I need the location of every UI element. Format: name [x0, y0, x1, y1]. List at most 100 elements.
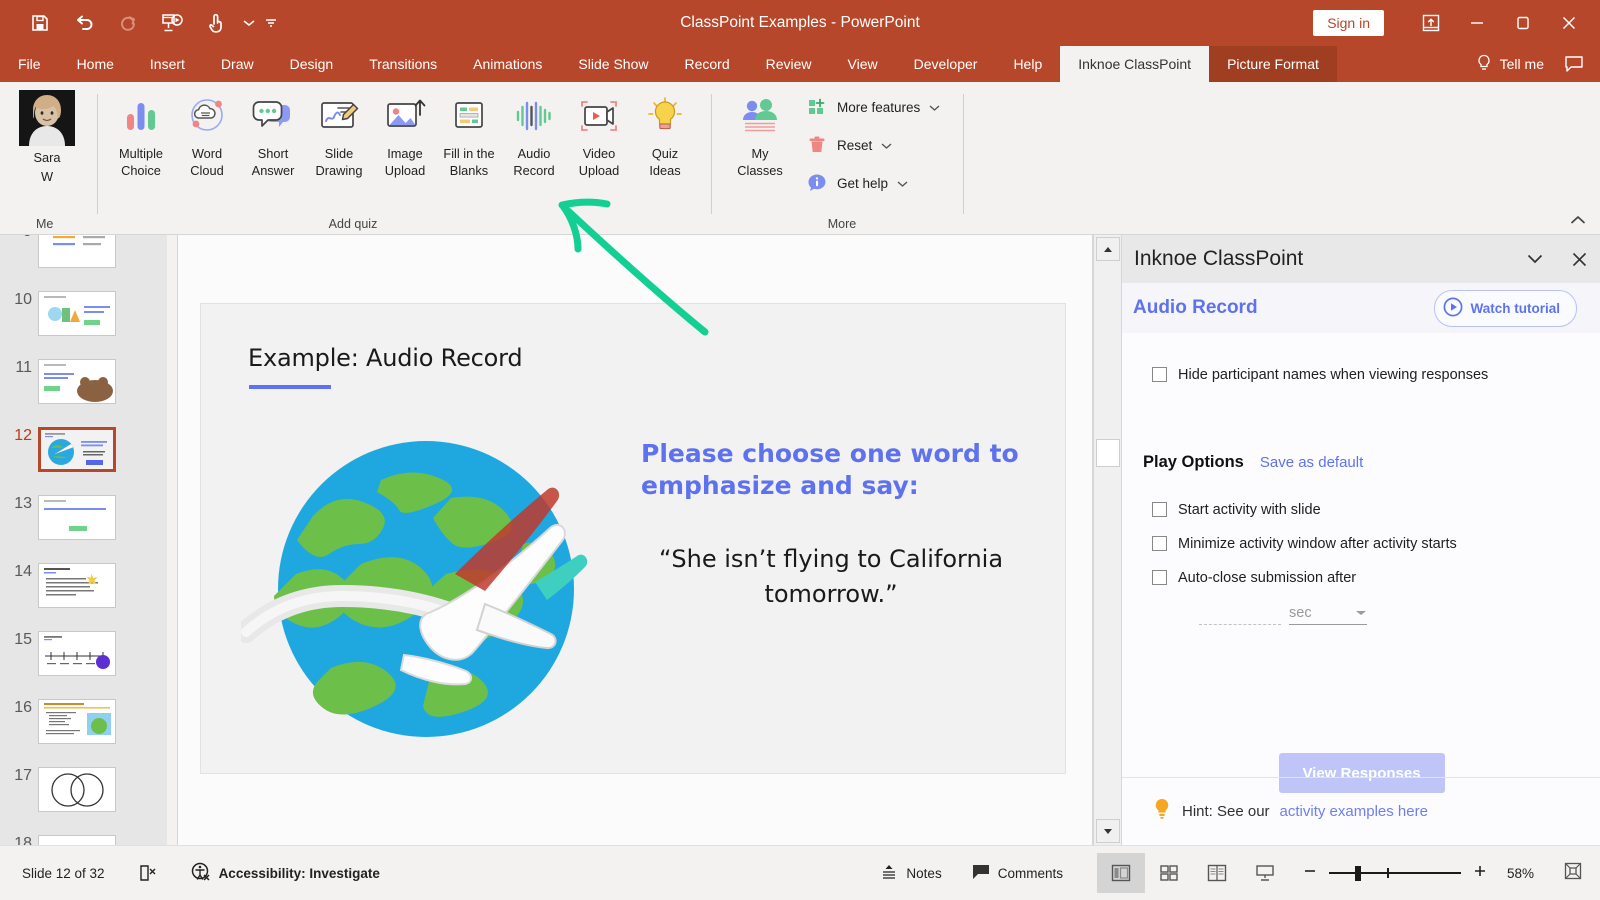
thumbnail-preview[interactable] — [38, 631, 116, 676]
thumbnail-item-15[interactable]: 15 — [0, 631, 167, 676]
audio-record-button[interactable]: Audio Record — [500, 88, 568, 178]
tab-slide-show[interactable]: Slide Show — [560, 46, 666, 82]
fit-to-window-icon[interactable] — [1564, 862, 1582, 885]
minimize-activity-window-row[interactable]: Minimize activity window after activity … — [1152, 534, 1457, 555]
restore-icon[interactable] — [1500, 0, 1546, 46]
save-icon[interactable] — [18, 4, 62, 42]
scroll-up-arrow-icon[interactable] — [1096, 237, 1120, 261]
thumbnail-preview[interactable] — [38, 563, 116, 608]
scroll-down-arrow-icon[interactable] — [1096, 819, 1120, 843]
thumbnail-item-18[interactable]: 18 — [0, 835, 167, 845]
tab-review[interactable]: Review — [748, 46, 830, 82]
tab-picture-format[interactable]: Picture Format — [1209, 46, 1337, 82]
zoom-slider[interactable] — [1328, 866, 1461, 881]
thumbnail-item-13[interactable]: 13 — [0, 495, 167, 540]
my-classes-button[interactable]: My Classes — [726, 88, 794, 178]
tab-file[interactable]: File — [0, 46, 59, 82]
more-features-button[interactable]: More features — [806, 96, 940, 118]
thumbnail-item-9[interactable]: 9 — [0, 235, 167, 268]
slide-surface[interactable]: Example: Audio Record Please choose one … — [200, 303, 1066, 774]
tab-insert[interactable]: Insert — [132, 46, 203, 82]
close-icon[interactable] — [1557, 235, 1600, 283]
watch-tutorial-button[interactable]: Watch tutorial — [1433, 289, 1577, 327]
chevron-down-icon[interactable] — [1513, 235, 1557, 283]
thumbnail-preview[interactable] — [38, 359, 116, 404]
thumbnail-item-11[interactable]: 11 — [0, 359, 167, 404]
slide-canvas[interactable]: Example: Audio Record Please choose one … — [178, 235, 1093, 900]
activity-examples-link[interactable]: activity examples here — [1280, 803, 1428, 820]
canvas-vertical-scrollbar[interactable] — [1093, 235, 1121, 845]
tell-me-box[interactable]: Tell me — [1462, 54, 1558, 75]
touch-mode-chevron-down-icon[interactable] — [238, 4, 260, 42]
scrollbar-thumb[interactable] — [1096, 439, 1120, 467]
thumbnail-item-17[interactable]: 17 — [0, 767, 167, 812]
slide-thumbnail-pane[interactable]: 9 10 11 12 13 — [0, 235, 167, 845]
customize-qat-icon[interactable] — [260, 4, 282, 42]
start-presentation-icon[interactable] — [150, 4, 194, 42]
tab-design[interactable]: Design — [272, 46, 352, 82]
sign-in-button[interactable]: Sign in — [1313, 10, 1384, 36]
short-answer-button[interactable]: Short Answer — [239, 88, 307, 178]
thumbnail-preview[interactable] — [38, 235, 116, 268]
me-account-button[interactable]: Sara W — [10, 90, 84, 184]
zoom-level-label[interactable]: 58% — [1507, 866, 1534, 881]
normal-view-icon[interactable] — [1096, 853, 1145, 893]
plus-icon[interactable] — [1473, 864, 1487, 883]
tab-developer[interactable]: Developer — [896, 46, 996, 82]
thumbnail-item-14[interactable]: 14 — [0, 563, 167, 608]
auto-close-submission-checkbox[interactable] — [1152, 570, 1167, 585]
reading-view-icon[interactable] — [1193, 853, 1241, 893]
accessibility-status[interactable]: Accessibility: Investigate — [191, 862, 380, 885]
hide-participant-names-checkbox-row[interactable]: Hide participant names when viewing resp… — [1152, 365, 1520, 386]
slide-title[interactable]: Example: Audio Record — [248, 344, 523, 372]
tab-transitions[interactable]: Transitions — [351, 46, 455, 82]
tab-record[interactable]: Record — [666, 46, 747, 82]
thumbnail-preview[interactable] — [38, 835, 116, 845]
collapse-ribbon-icon[interactable] — [1570, 213, 1586, 228]
touch-mode-icon[interactable] — [194, 4, 238, 42]
slide-counter[interactable]: Slide 12 of 32 — [22, 866, 105, 881]
tab-animations[interactable]: Animations — [455, 46, 560, 82]
minimize-activity-window-checkbox[interactable] — [1152, 536, 1167, 551]
tab-help[interactable]: Help — [995, 46, 1060, 82]
slide-drawing-button[interactable]: Slide Drawing — [305, 88, 373, 178]
save-as-default-link[interactable]: Save as default — [1260, 454, 1363, 471]
thumbnail-item-12[interactable]: 12 — [0, 427, 167, 472]
thumbnail-item-10[interactable]: 10 — [0, 291, 167, 336]
thumbnail-preview[interactable] — [38, 495, 116, 540]
tab-home[interactable]: Home — [59, 46, 132, 82]
zoom-slider-handle[interactable] — [1354, 866, 1361, 881]
tab-view[interactable]: View — [830, 46, 896, 82]
ribbon-display-options-icon[interactable] — [1408, 0, 1454, 46]
tab-draw[interactable]: Draw — [203, 46, 272, 82]
video-upload-button[interactable]: Video Upload — [565, 88, 633, 178]
undo-icon[interactable] — [62, 4, 106, 42]
hide-participant-names-checkbox[interactable] — [1152, 367, 1167, 382]
slide-show-icon[interactable] — [1241, 853, 1289, 893]
spellcheck-icon[interactable] — [137, 863, 159, 883]
multiple-choice-button[interactable]: Multiple Choice — [107, 88, 175, 178]
reset-button[interactable]: Reset — [806, 134, 892, 156]
minus-icon[interactable] — [1303, 864, 1317, 883]
start-activity-with-slide-checkbox[interactable] — [1152, 502, 1167, 517]
auto-close-seconds-input[interactable] — [1199, 603, 1281, 625]
thumbnail-item-16[interactable]: 16 — [0, 699, 167, 744]
slide-quote-text[interactable]: “She isn’t flying to California tomorrow… — [641, 542, 1021, 612]
get-help-button[interactable]: Get help — [806, 172, 908, 194]
fill-in-the-blanks-button[interactable]: Fill in the Blanks — [435, 88, 503, 178]
tab-inknoe-classpoint[interactable]: Inknoe ClassPoint — [1060, 46, 1210, 82]
thumbnail-preview[interactable] — [38, 767, 116, 812]
comments-tab-icon[interactable] — [1558, 55, 1600, 73]
comments-button[interactable]: Comments — [972, 864, 1063, 883]
thumbnail-preview[interactable] — [38, 291, 116, 336]
auto-close-submission-row[interactable]: Auto-close submission after — [1152, 568, 1356, 589]
redo-icon[interactable] — [106, 4, 150, 42]
notes-button[interactable]: Notes — [880, 863, 942, 884]
slide-question-heading[interactable]: Please choose one word to emphasize and … — [641, 438, 1021, 502]
start-activity-with-slide-row[interactable]: Start activity with slide — [1152, 500, 1321, 521]
thumbnail-preview[interactable] — [38, 699, 116, 744]
image-upload-button[interactable]: Image Upload — [371, 88, 439, 178]
thumbnail-splitter[interactable] — [167, 235, 178, 845]
quiz-ideas-button[interactable]: Quiz Ideas — [631, 88, 699, 178]
auto-close-unit-select[interactable]: sec — [1289, 601, 1367, 625]
